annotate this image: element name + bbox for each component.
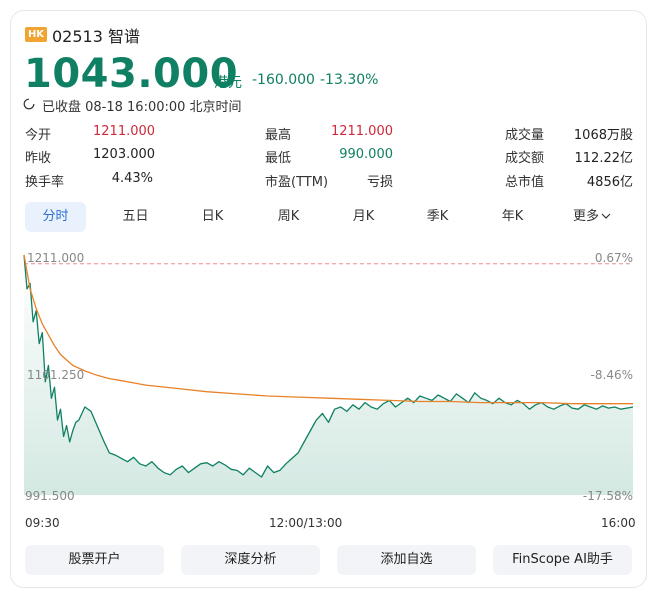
high-label: 最高 (265, 128, 292, 143)
amount-label: 成交额 (505, 151, 545, 166)
turnover-rate-value: 4.43% (111, 171, 153, 186)
volume-value: 1068万股 (573, 128, 633, 143)
currency: 港元 (214, 75, 242, 91)
tab-more[interactable]: 更多 (562, 202, 622, 232)
high-value: 1211.000 (330, 124, 393, 139)
y-tick-top: 1211.000 (27, 251, 84, 265)
tab-weekly-k[interactable]: 周K (258, 202, 319, 232)
x-tick-midday: 12:00/13:00 (269, 516, 343, 530)
average-price-line (23, 254, 633, 405)
market-status: 已收盘 08-18 16:00:00 北京时间 (42, 100, 242, 115)
last-price: 1043.000 (24, 51, 239, 97)
amount-value: 112.22亿 (574, 151, 634, 166)
intraday-chart[interactable]: 1211.000 1101.250 991.500 0.67% -8.46% -… (23, 245, 635, 505)
market-badge: HK (25, 27, 47, 42)
price-change-pct: -13.30% (320, 72, 379, 88)
open-account-button[interactable]: 股票开户 (25, 545, 164, 575)
add-watchlist-button[interactable]: 添加自选 (337, 545, 476, 575)
prev-close-label: 昨收 (25, 151, 52, 166)
y-pct-mid: -8.46% (591, 368, 633, 382)
tab-more-label: 更多 (572, 209, 599, 224)
tab-quarterly-k[interactable]: 季K (407, 202, 468, 232)
x-tick-open: 09:30 (25, 516, 60, 530)
turnover-rate-label: 换手率 (25, 175, 65, 190)
tab-monthly-k[interactable]: 月K (333, 202, 394, 232)
pe-value: 亏损 (366, 175, 393, 190)
low-label: 最低 (265, 151, 292, 166)
volume-label: 成交量 (505, 128, 545, 143)
price-area-fill (24, 255, 633, 495)
tab-daily-k[interactable]: 日K (182, 202, 243, 232)
chevron-down-icon (601, 213, 611, 219)
tab-yearly-k[interactable]: 年K (482, 202, 543, 232)
stock-code-name: 02513 智谱 (52, 27, 140, 46)
open-label: 今开 (25, 128, 52, 143)
x-tick-close: 16:00 (601, 516, 636, 530)
mktcap-label: 总市值 (505, 175, 545, 190)
y-pct-bottom: -17.58% (583, 489, 633, 503)
tab-intraday[interactable]: 分时 (25, 202, 86, 232)
open-value: 1211.000 (93, 124, 156, 139)
y-tick-mid: 1101.250 (27, 368, 84, 382)
y-tick-bottom: 991.500 (25, 489, 75, 503)
y-pct-top: 0.67% (595, 251, 633, 265)
tab-5day[interactable]: 五日 (105, 202, 166, 232)
finscope-ai-button[interactable]: FinScope AI助手 (493, 545, 632, 575)
mktcap-value: 4856亿 (586, 175, 633, 190)
clock-icon (23, 98, 35, 110)
pe-label: 市盈(TTM) (265, 175, 329, 190)
prev-close-value: 1203.000 (93, 147, 156, 162)
price-change: -160.000 (252, 72, 315, 88)
deep-analysis-button[interactable]: 深度分析 (181, 545, 320, 575)
low-value: 990.000 (339, 147, 393, 162)
